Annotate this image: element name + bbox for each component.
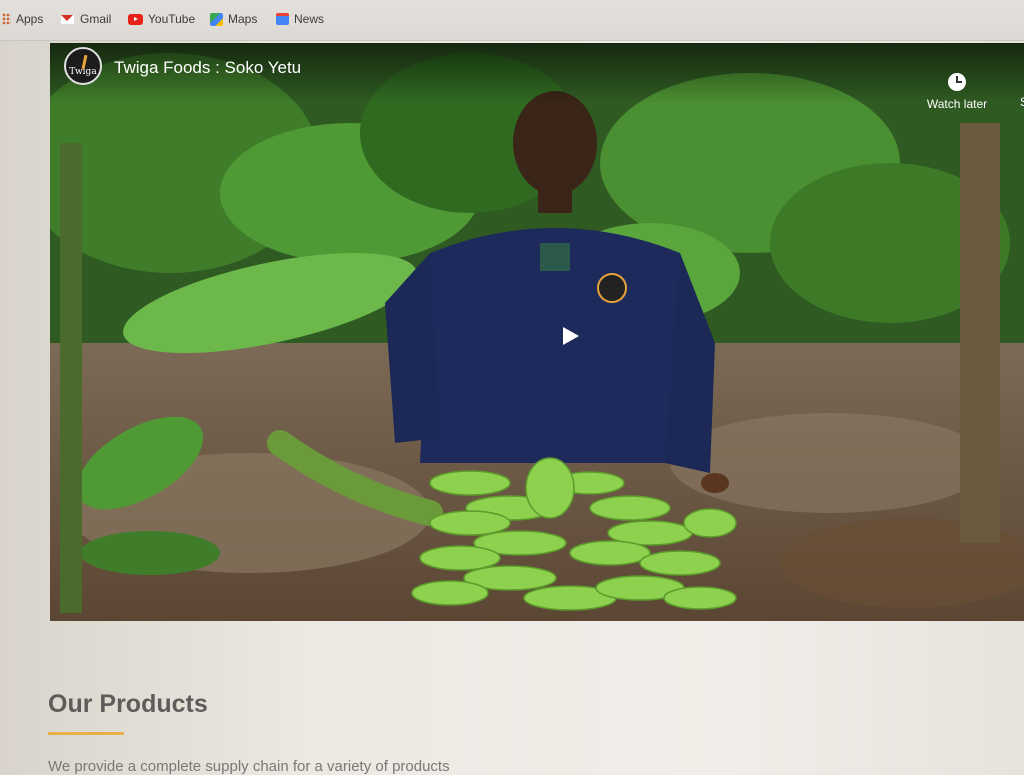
video-thumbnail: [50, 43, 1024, 621]
bookmark-label: YouTube: [148, 12, 196, 26]
section-title: Our Products: [48, 690, 208, 718]
maps-icon: [210, 12, 223, 26]
bookmark-label: Maps: [228, 12, 258, 26]
channel-logo-text: Twiga: [69, 67, 97, 77]
bookmark-maps[interactable]: Maps: [210, 12, 257, 26]
youtube-icon: [128, 13, 143, 25]
bookmark-label: Gmail: [80, 12, 112, 26]
video-header: Twiga Twiga Foods : Soko Yetu: [50, 43, 1024, 103]
news-icon: [276, 13, 289, 25]
share-button[interactable]: S: [1020, 95, 1024, 109]
title-underline: [48, 732, 124, 735]
bookmarks-bar: Apps Gmail YouTube Maps News: [0, 0, 1024, 41]
bookmark-apps[interactable]: Apps: [2, 12, 43, 26]
clock-icon: [948, 73, 966, 91]
video-player[interactable]: Twiga Twiga Foods : Soko Yetu Watch late…: [50, 43, 1024, 621]
watch-later-label: Watch later: [926, 97, 988, 111]
play-icon[interactable]: [550, 319, 588, 353]
bookmark-gmail[interactable]: Gmail: [60, 12, 111, 26]
apps-grid-icon: [2, 13, 11, 25]
video-title[interactable]: Twiga Foods : Soko Yetu: [114, 58, 301, 78]
bookmark-news[interactable]: News: [276, 12, 324, 26]
watch-later-button[interactable]: Watch later: [922, 73, 992, 113]
gmail-icon: [60, 13, 75, 25]
channel-logo[interactable]: Twiga: [64, 47, 102, 85]
bookmark-label: News: [294, 12, 325, 26]
section-text: We provide a complete supply chain for a…: [48, 758, 450, 775]
bookmark-label: Apps: [16, 12, 44, 26]
bookmark-youtube[interactable]: YouTube: [128, 12, 195, 26]
